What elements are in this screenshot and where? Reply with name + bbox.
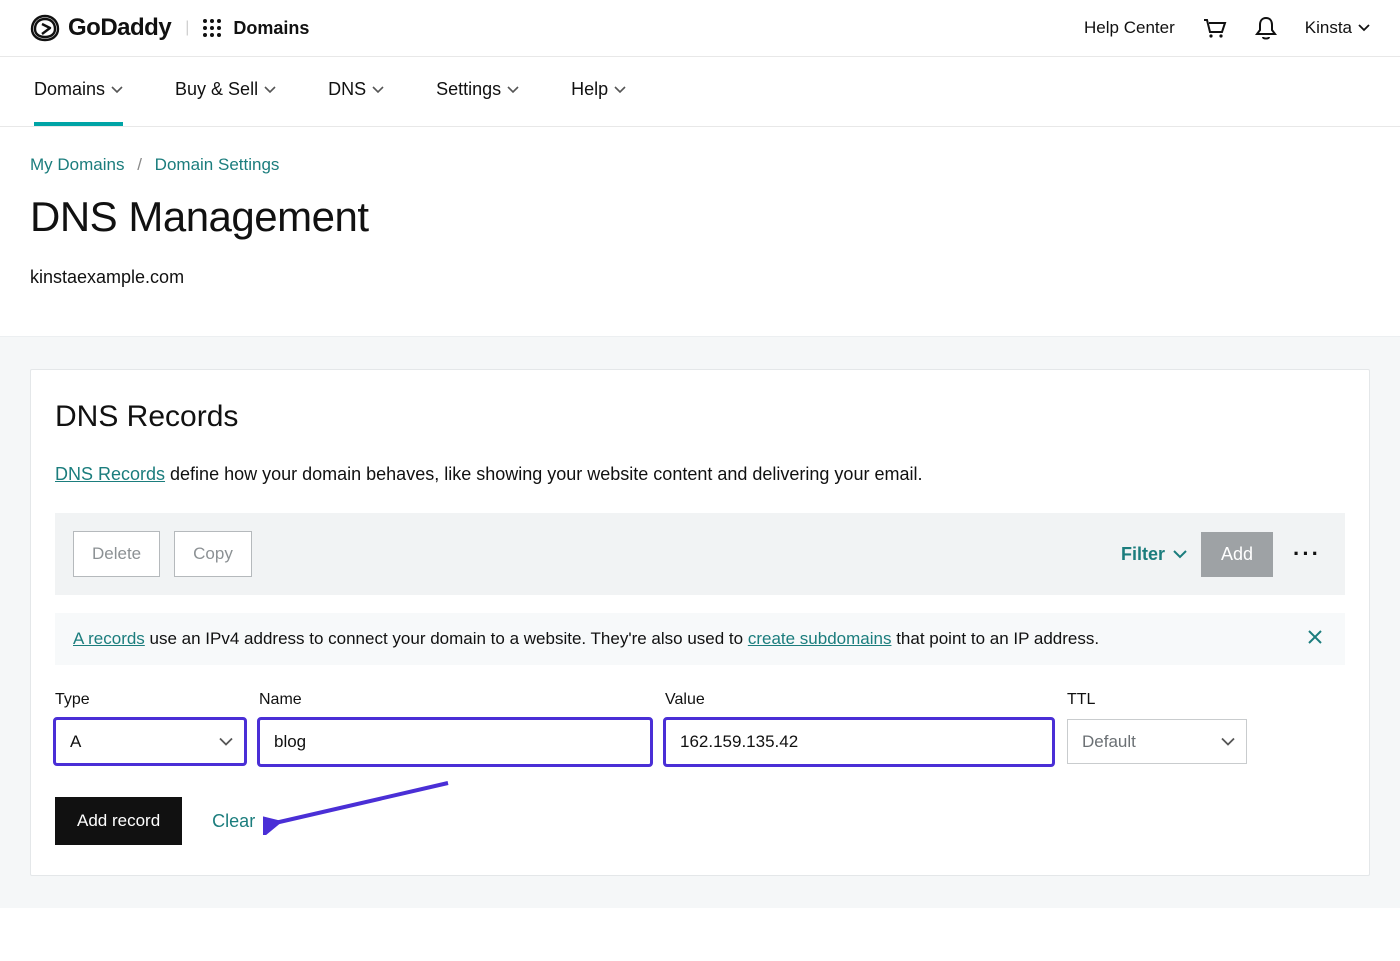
apps-label[interactable]: Domains xyxy=(233,18,309,39)
form-actions: Add record Clear xyxy=(55,797,1345,845)
nav-label: DNS xyxy=(328,79,366,100)
delete-button[interactable]: Delete xyxy=(73,531,160,577)
help-center-link[interactable]: Help Center xyxy=(1084,18,1175,38)
add-record-button[interactable]: Add record xyxy=(55,797,182,845)
header-right: Help Center Kinsta xyxy=(1084,15,1370,41)
dns-records-card: DNS Records DNS Records define how your … xyxy=(30,369,1370,876)
nav-settings[interactable]: Settings xyxy=(436,57,519,126)
chevron-down-icon xyxy=(111,86,123,94)
records-toolbar: Delete Copy Filter Add ··· xyxy=(55,513,1345,595)
nav-label: Buy & Sell xyxy=(175,79,258,100)
section-title: DNS Records xyxy=(55,400,1345,434)
nav-domains[interactable]: Domains xyxy=(34,57,123,126)
info-text-tail: that point to an IP address. xyxy=(891,629,1099,648)
info-strip: A records use an IPv4 address to connect… xyxy=(55,613,1345,665)
create-subdomains-link[interactable]: create subdomains xyxy=(748,629,892,648)
chevron-down-icon xyxy=(1358,24,1370,32)
name-input[interactable] xyxy=(259,719,651,765)
close-icon[interactable] xyxy=(1303,629,1327,645)
field-type: Type A xyxy=(55,677,245,765)
type-select[interactable]: A xyxy=(55,719,245,764)
a-records-link[interactable]: A records xyxy=(73,629,145,648)
annotation-arrow-icon xyxy=(263,779,453,835)
value-input[interactable] xyxy=(665,719,1053,765)
notifications-icon[interactable] xyxy=(1253,15,1279,41)
section-intro: DNS Records define how your domain behav… xyxy=(55,464,1345,485)
top-header: GoDaddy | Domains Help Center Kinsta xyxy=(0,0,1400,57)
breadcrumb-my-domains[interactable]: My Domains xyxy=(30,155,124,174)
nav-buy-sell[interactable]: Buy & Sell xyxy=(175,57,276,126)
page-header: My Domains / Domain Settings DNS Managem… xyxy=(0,127,1400,336)
apps-grid-icon[interactable] xyxy=(203,19,221,37)
chevron-down-icon xyxy=(372,86,384,94)
header-separator: | xyxy=(185,19,189,37)
field-value: Value xyxy=(665,677,1053,765)
filter-button[interactable]: Filter xyxy=(1121,544,1187,565)
more-options-icon[interactable]: ··· xyxy=(1287,541,1327,567)
ttl-label: TTL xyxy=(1067,691,1247,709)
name-label: Name xyxy=(259,691,651,709)
chevron-down-icon xyxy=(507,86,519,94)
godaddy-logo-icon xyxy=(30,14,60,42)
dns-records-link[interactable]: DNS Records xyxy=(55,464,165,484)
nav-label: Help xyxy=(571,79,608,100)
copy-button[interactable]: Copy xyxy=(174,531,252,577)
clear-link[interactable]: Clear xyxy=(212,811,255,832)
user-name: Kinsta xyxy=(1305,18,1352,38)
content-area: DNS Records DNS Records define how your … xyxy=(0,336,1400,908)
field-name: Name xyxy=(259,677,651,765)
intro-text: define how your domain behaves, like sho… xyxy=(165,464,922,484)
breadcrumb-domain-settings[interactable]: Domain Settings xyxy=(155,155,280,174)
breadcrumb: My Domains / Domain Settings xyxy=(30,155,1370,175)
page-title: DNS Management xyxy=(30,193,1370,241)
info-text-mid: use an IPv4 address to connect your doma… xyxy=(145,629,748,648)
brand-name: GoDaddy xyxy=(68,14,171,42)
breadcrumb-separator: / xyxy=(137,155,142,174)
chevron-down-icon xyxy=(614,86,626,94)
user-menu[interactable]: Kinsta xyxy=(1305,18,1370,38)
domain-name: kinstaexample.com xyxy=(30,267,1370,288)
nav-help[interactable]: Help xyxy=(571,57,626,126)
cart-icon[interactable] xyxy=(1201,15,1227,41)
nav-label: Domains xyxy=(34,79,105,100)
record-form: Type A Name Value xyxy=(55,665,1345,765)
nav-label: Settings xyxy=(436,79,501,100)
main-nav: Domains Buy & Sell DNS Settings Help xyxy=(0,57,1400,127)
ttl-select[interactable]: Default xyxy=(1067,719,1247,764)
brand-logo[interactable]: GoDaddy xyxy=(30,14,171,42)
nav-dns[interactable]: DNS xyxy=(328,57,384,126)
chevron-down-icon xyxy=(264,86,276,94)
type-label: Type xyxy=(55,691,245,709)
chevron-down-icon xyxy=(1173,550,1187,559)
filter-label: Filter xyxy=(1121,544,1165,565)
value-label: Value xyxy=(665,691,1053,709)
field-ttl: TTL Default xyxy=(1067,677,1247,765)
add-button[interactable]: Add xyxy=(1201,532,1273,577)
